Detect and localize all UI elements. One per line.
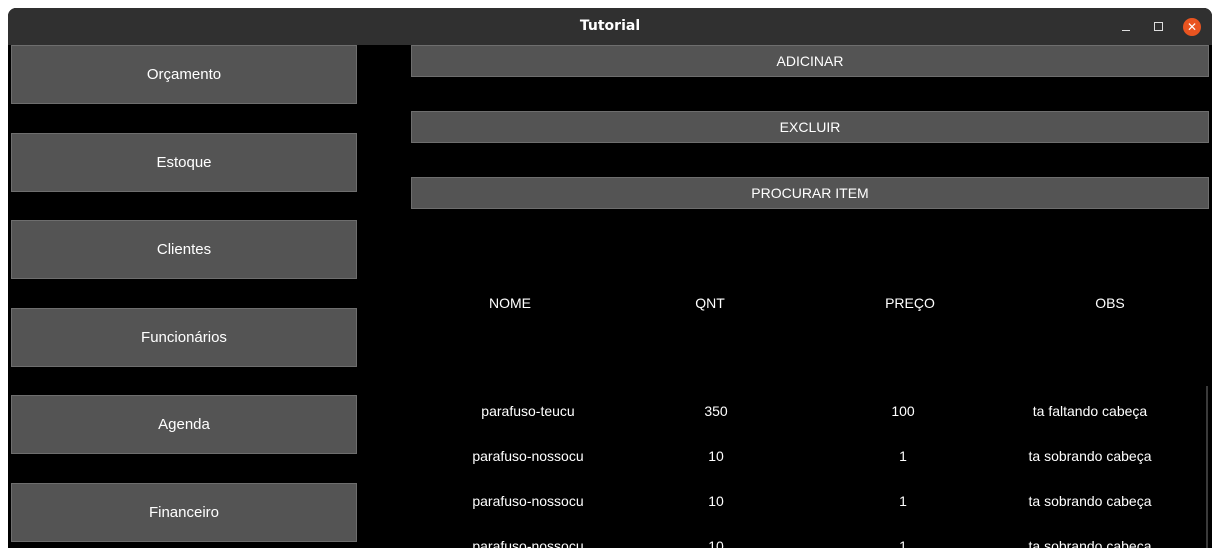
main-content: Orçamento Estoque Clientes Funcionários … <box>8 45 1212 548</box>
cell-nome: parafuso-nossocu <box>472 493 584 509</box>
cell-obs: ta faltando cabeça <box>1032 403 1148 419</box>
add-button[interactable]: ADICINAR <box>411 45 1209 77</box>
sidebar-item-estoque[interactable]: Estoque <box>11 133 357 192</box>
close-icon: ✕ <box>1183 17 1201 36</box>
app-window: Tutorial ✕ Orçamento Estoque Clientes Fu… <box>8 8 1212 548</box>
column-header-preco: PREÇO <box>885 295 935 311</box>
cell-qnt: 10 <box>708 538 724 548</box>
sidebar-item-orcamento[interactable]: Orçamento <box>11 45 357 104</box>
search-button[interactable]: PROCURAR ITEM <box>411 177 1209 209</box>
cell-qnt: 350 <box>704 403 728 419</box>
column-header-qnt: QNT <box>695 295 725 311</box>
sidebar-item-clientes[interactable]: Clientes <box>11 220 357 279</box>
cell-preco: 100 <box>891 403 915 419</box>
cell-qnt: 10 <box>708 493 724 509</box>
scrollbar[interactable] <box>1206 386 1208 548</box>
cell-obs: ta sobrando cabeça <box>1028 493 1152 509</box>
minimize-button[interactable] <box>1112 8 1140 45</box>
title-bar[interactable]: Tutorial ✕ <box>8 8 1212 45</box>
cell-nome: parafuso-teucu <box>481 403 575 419</box>
column-header-nome: NOME <box>489 295 531 311</box>
cell-obs: ta sobrando cabeça <box>1028 538 1152 548</box>
cell-qnt: 10 <box>708 448 724 464</box>
delete-button[interactable]: EXCLUIR <box>411 111 1209 143</box>
sidebar-item-agenda[interactable]: Agenda <box>11 395 357 454</box>
cell-nome: parafuso-nossocu <box>472 448 584 464</box>
cell-preco: 1 <box>899 493 907 509</box>
close-button[interactable]: ✕ <box>1178 8 1206 45</box>
cell-preco: 1 <box>899 538 907 548</box>
maximize-icon <box>1153 22 1163 31</box>
sidebar-item-funcionarios[interactable]: Funcionários <box>11 308 357 367</box>
maximize-button[interactable] <box>1144 8 1172 45</box>
column-header-obs: OBS <box>1095 295 1125 311</box>
minimize-icon <box>1122 29 1130 31</box>
sidebar-item-financeiro[interactable]: Financeiro <box>11 483 357 542</box>
window-title: Tutorial <box>579 18 641 34</box>
cell-obs: ta sobrando cabeça <box>1028 448 1152 464</box>
cell-preco: 1 <box>899 448 907 464</box>
cell-nome: parafuso-nossocu <box>472 538 584 548</box>
